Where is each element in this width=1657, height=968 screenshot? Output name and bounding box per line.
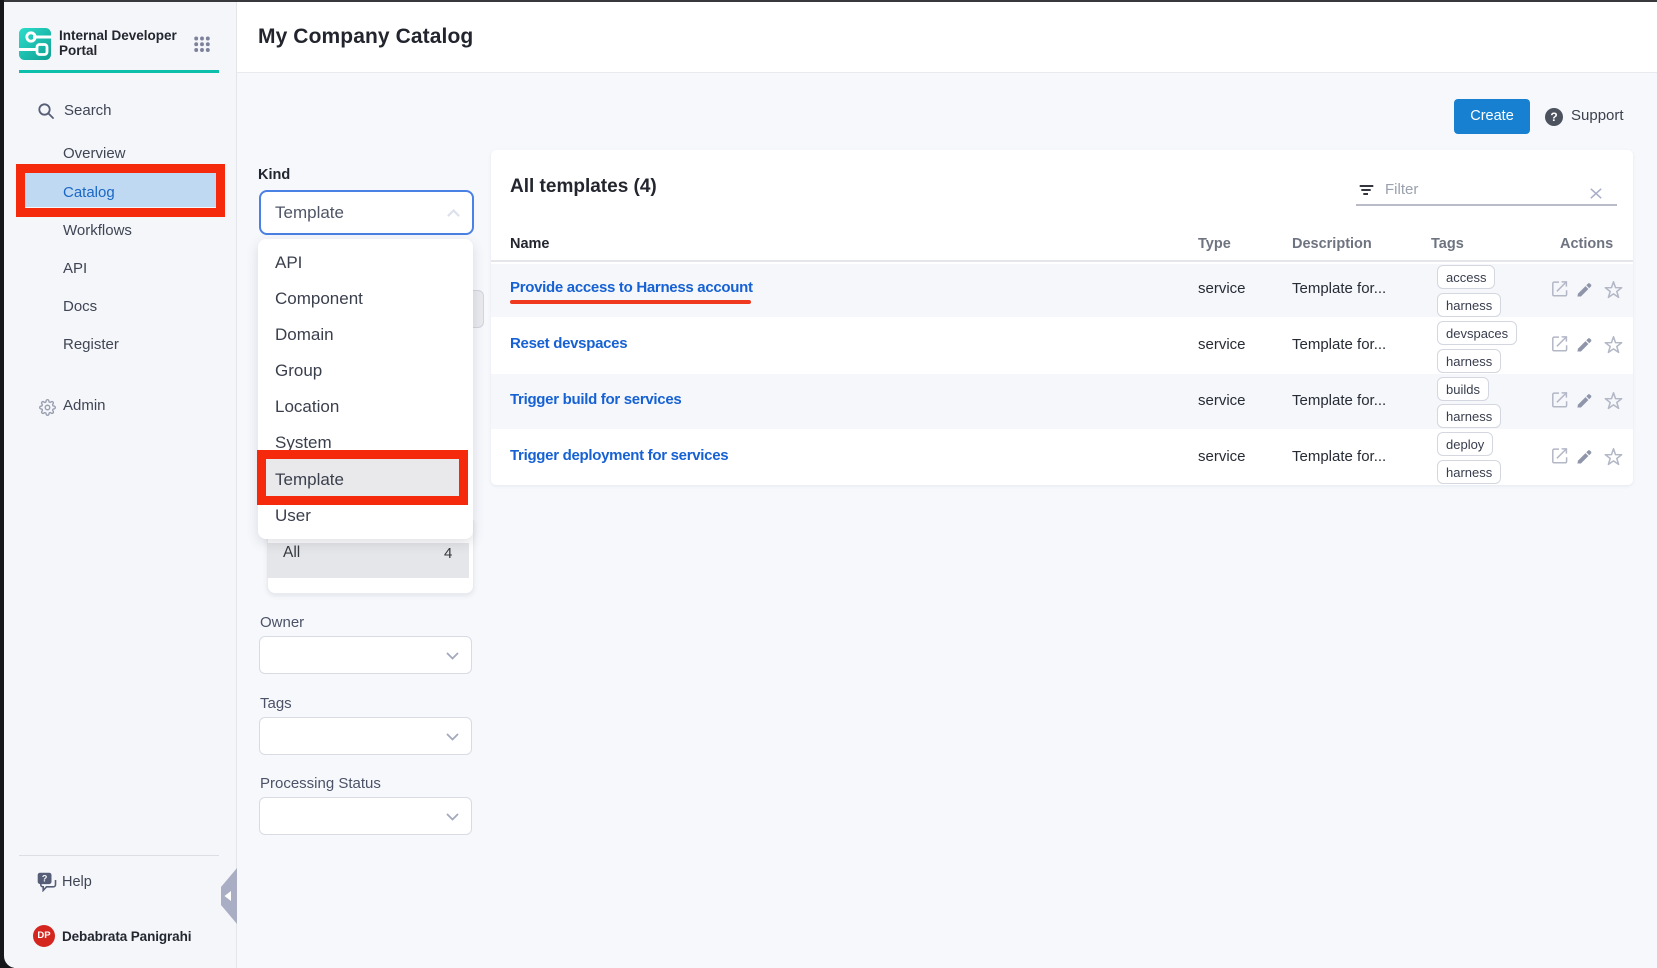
svg-text:?: ? bbox=[42, 874, 48, 884]
